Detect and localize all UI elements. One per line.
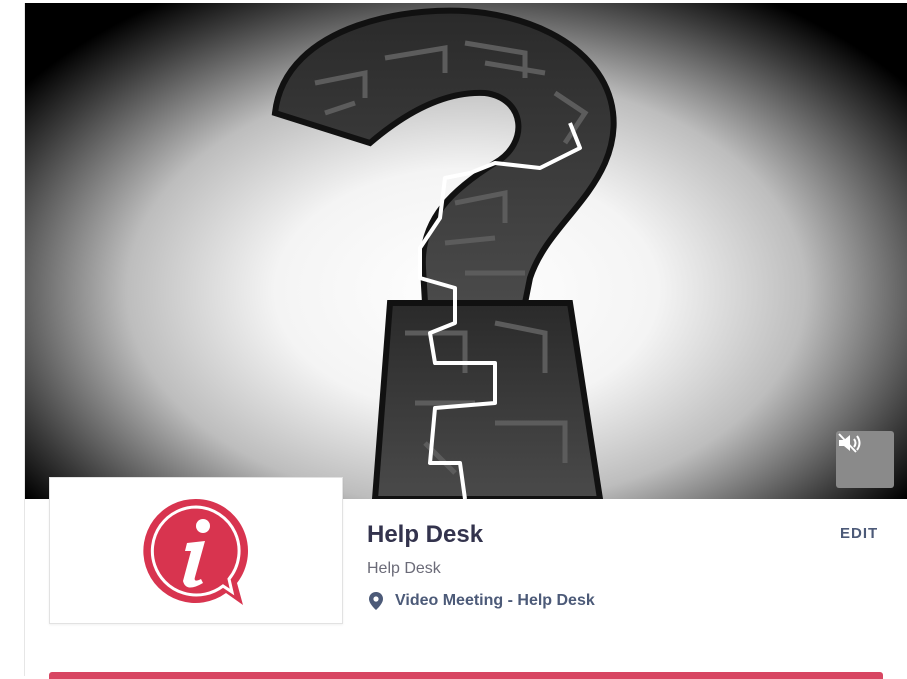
question-mark-maze-image: [271, 7, 617, 499]
event-card: Help Desk Help Desk Video Meeting - Help…: [24, 3, 907, 679]
edit-button[interactable]: EDIT: [840, 525, 878, 542]
event-logo: [49, 477, 343, 624]
speaker-muted-icon: [838, 433, 861, 453]
map-pin-icon: [369, 592, 383, 610]
info-speech-bubble-icon: [143, 498, 249, 605]
event-location[interactable]: Video Meeting - Help Desk: [369, 592, 595, 610]
event-title: Help Desk: [367, 521, 484, 548]
location-link[interactable]: Video Meeting - Help Desk: [395, 592, 595, 610]
mute-button[interactable]: [836, 431, 894, 488]
cover-video[interactable]: [25, 3, 907, 499]
event-subtitle: Help Desk: [367, 560, 441, 577]
